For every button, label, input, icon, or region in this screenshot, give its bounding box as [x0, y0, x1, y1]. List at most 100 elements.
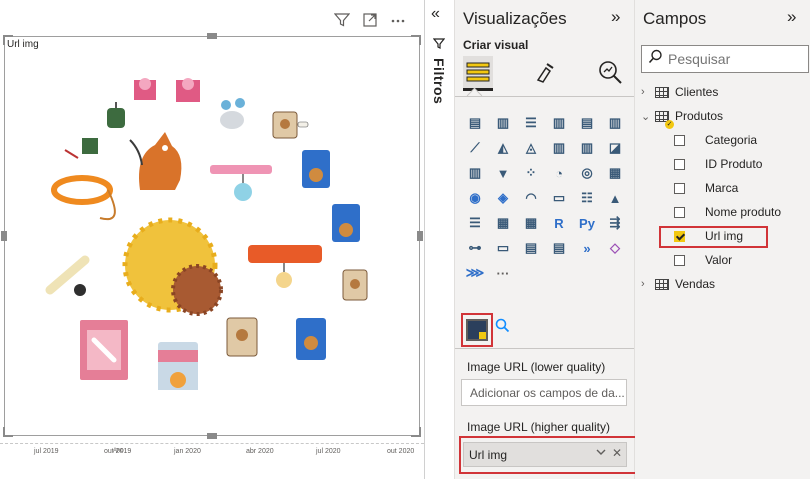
search-visuals-icon[interactable] — [495, 318, 510, 337]
narrative-icon[interactable]: ▤ — [519, 237, 543, 259]
clustered-column-icon[interactable]: ▥ — [547, 112, 571, 134]
collapse-visualizations-icon[interactable]: » — [611, 7, 620, 27]
waterfall-icon[interactable]: ▥ — [463, 162, 487, 184]
100-column-icon[interactable]: ▥ — [603, 112, 627, 134]
trophy-icon — [64, 138, 98, 159]
visual-types-grid: ▤ ▥ ☰ ▥ ▤ ▥ ⟋ ◭ ◬ ▥ ▥ ◪ ▥ ▼ ⁘ ◔ ◎ ▦ ◉ ◈ ◠ ▭ ☷ ▲ ☰ ▦ ▦ R Py ⇶ ⊶ ▭ ▤ ▤» ◇ ⋙ ··… — [463, 112, 633, 287]
field-name: Nome produto — [705, 205, 782, 219]
power-apps-icon[interactable]: ◇ — [603, 237, 627, 259]
line-clustered-icon[interactable]: ▥ — [575, 137, 599, 159]
table-vendas[interactable]: › Vendas — [641, 275, 715, 293]
cat-food-bag-icon — [272, 111, 309, 139]
fields-search[interactable] — [641, 45, 809, 73]
search-icon — [648, 49, 663, 68]
line-chart-icon[interactable]: ⟋ — [463, 137, 487, 159]
chevron-right-icon[interactable]: › — [641, 278, 653, 290]
table-icon — [655, 278, 669, 290]
bone-icon — [45, 255, 90, 296]
donut-icon[interactable]: ◎ — [575, 162, 599, 184]
expand-filters-icon[interactable]: « — [431, 5, 440, 23]
visualizations-title: Visualizações — [463, 9, 567, 28]
bow-icon — [176, 78, 200, 102]
table-icon[interactable]: ▦ — [491, 212, 515, 234]
table-icon — [655, 86, 669, 98]
image-url-lower-well[interactable]: Adicionar os campos de da... — [461, 379, 627, 406]
stacked-area-icon[interactable]: ◬ — [519, 137, 543, 159]
field-marca[interactable]: Marca — [674, 179, 738, 197]
field-nome-produto[interactable]: Nome produto — [674, 203, 781, 221]
table-produtos[interactable]: ⌄ ✓ Produtos — [641, 107, 723, 129]
stacked-column-icon[interactable]: ▥ — [491, 112, 515, 134]
field-name: Marca — [705, 181, 739, 195]
visual-header — [333, 12, 406, 31]
funnel-icon[interactable]: ▼ — [491, 162, 515, 184]
x-axis-tick: jul 2019 — [34, 448, 59, 455]
chevron-down-icon[interactable]: ⌄ — [641, 110, 653, 123]
image-grid-icon — [466, 319, 488, 341]
visualizations-pane: Visualizações » Criar visual ▤ ▥ ☰ ▥ ▤ ▥ ⟋ ◭ ◬ ▥ ▥… — [455, 0, 637, 479]
filled-map-icon[interactable]: ◈ — [491, 187, 515, 209]
more-options-icon[interactable] — [390, 12, 406, 31]
key-influencers-icon[interactable]: ⇶ — [603, 212, 627, 234]
field-checkbox[interactable] — [674, 158, 685, 170]
field-checkbox[interactable] — [674, 206, 685, 218]
fields-title: Campos — [643, 9, 707, 28]
canned-food-icon — [158, 342, 198, 390]
focus-mode-icon[interactable] — [362, 12, 378, 31]
field-id-produto[interactable]: ID Produto — [674, 155, 762, 173]
pie-icon[interactable]: ◔ — [547, 162, 571, 184]
gauge-icon[interactable]: ◠ — [519, 187, 543, 209]
filters-pane-collapsed[interactable]: « Filtros — [425, 0, 455, 479]
treemap-icon[interactable]: ▦ — [603, 162, 627, 184]
collapse-fields-icon[interactable]: » — [787, 7, 796, 27]
field-checkbox[interactable] — [674, 254, 685, 266]
report-canvas[interactable]: Url img jul 2019 out 2019 jan 2020 abr 2… — [0, 0, 424, 479]
chevron-down-icon[interactable] — [596, 447, 606, 460]
multirow-card-icon[interactable]: ☷ — [575, 187, 599, 209]
field-name: Categoria — [705, 133, 758, 147]
slicer-icon[interactable]: ☰ — [463, 212, 487, 234]
card-icon[interactable]: ▭ — [547, 187, 571, 209]
area-chart-icon[interactable]: ◭ — [491, 137, 515, 159]
filter-icon[interactable] — [333, 12, 351, 31]
line-column-icon[interactable]: ▥ — [547, 137, 571, 159]
scatter-icon[interactable]: ⁘ — [519, 162, 543, 184]
dog-food-bag-icon — [302, 150, 330, 188]
python-visual-icon[interactable]: Py — [575, 212, 599, 234]
more-visuals-icon[interactable]: ··· — [491, 262, 515, 284]
table-clientes[interactable]: › Clientes — [641, 83, 718, 101]
fields-search-input[interactable] — [668, 49, 804, 69]
image-grid-visual-button[interactable] — [461, 313, 493, 347]
field-checkbox[interactable] — [674, 182, 685, 194]
r-visual-icon[interactable]: R — [547, 212, 571, 234]
field-valor[interactable]: Valor — [674, 251, 732, 269]
format-paintbrush-icon[interactable] — [530, 56, 560, 88]
analytics-magnifier-icon[interactable] — [595, 56, 625, 88]
bird-cage-icon — [107, 102, 125, 128]
kpi-icon[interactable]: ▲ — [603, 187, 627, 209]
field-categoria[interactable]: Categoria — [674, 131, 757, 149]
map-icon[interactable]: ◉ — [463, 187, 487, 209]
ribbon-chart-icon[interactable]: ◪ — [603, 137, 627, 159]
chevron-right-icon[interactable]: › — [641, 86, 653, 98]
image-url-higher-well-field[interactable]: Url img ✕ — [463, 442, 627, 467]
power-automate-icon[interactable]: » — [575, 237, 599, 259]
clustered-bar-icon[interactable]: ☰ — [519, 112, 543, 134]
paginated-report-icon[interactable]: ▤ — [547, 237, 571, 259]
cat-collar-icon — [210, 165, 272, 201]
visual-title: Url img — [7, 39, 39, 50]
field-checkbox[interactable] — [674, 134, 685, 146]
build-fields-tab-icon[interactable] — [463, 56, 493, 91]
100-bar-icon[interactable]: ▤ — [575, 112, 599, 134]
dog-food-bag-icon — [296, 318, 326, 360]
arcgis-icon[interactable]: ⋙ — [463, 262, 487, 284]
x-axis-tick: jan 2020 — [174, 448, 201, 455]
well-field-name: Url img — [469, 448, 507, 462]
matrix-icon[interactable]: ▦ — [519, 212, 543, 234]
stacked-bar-icon[interactable]: ▤ — [463, 112, 487, 134]
filters-label[interactable]: Filtros — [431, 58, 447, 104]
decomposition-tree-icon[interactable]: ⊶ — [463, 237, 487, 259]
close-icon[interactable]: ✕ — [612, 446, 622, 460]
x-axis-tick: out 2020 — [387, 448, 415, 455]
qa-icon[interactable]: ▭ — [491, 237, 515, 259]
